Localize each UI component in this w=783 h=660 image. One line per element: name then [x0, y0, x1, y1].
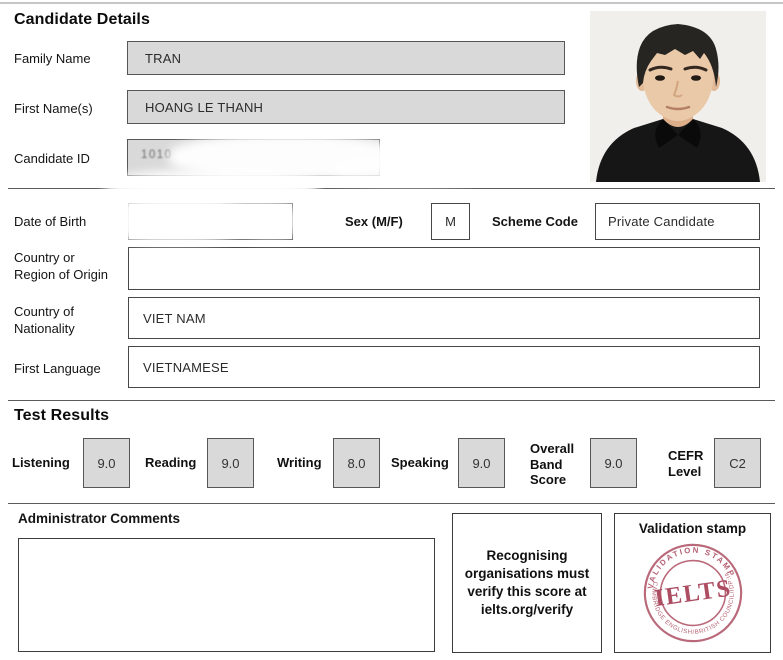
top-divider	[0, 2, 783, 4]
ielts-validation-stamp-icon: VALIDATION STAMP CAMBRIDGE ENGLISH/BRITI…	[637, 538, 749, 648]
section-divider-2	[8, 400, 775, 401]
redaction-smudge-tail	[330, 158, 480, 184]
speaking-label: Speaking	[391, 455, 449, 471]
verify-notice-box: Recognising organisations must verify th…	[452, 513, 602, 653]
origin-label: Country or Region of Origin	[14, 250, 116, 283]
cefr-level-label: CEFR Level	[668, 448, 710, 479]
scheme-code-label: Scheme Code	[492, 214, 578, 231]
validation-stamp-title: Validation stamp	[615, 521, 770, 536]
first-names-value: HOANG LE THANH	[128, 100, 263, 115]
first-names-label: First Name(s)	[14, 101, 93, 118]
reading-score: 9.0	[207, 438, 254, 488]
ielts-results-page: Candidate Details Family Name TRAN First…	[0, 0, 783, 660]
scheme-code-field[interactable]: Private Candidate	[595, 203, 760, 240]
overall-band-score: 9.0	[590, 438, 637, 488]
candidate-id-label: Candidate ID	[14, 151, 90, 168]
verify-notice-text: Recognising organisations must verify th…	[464, 547, 590, 618]
writing-label: Writing	[277, 455, 322, 471]
stamp-center-text: IELTS	[652, 575, 732, 613]
date-of-birth-label: Date of Birth	[14, 214, 86, 231]
candidate-photo	[590, 11, 766, 182]
sex-label: Sex (M/F)	[345, 214, 403, 231]
redaction-smudge-dob	[95, 196, 255, 244]
speaking-score: 9.0	[458, 438, 505, 488]
listening-label: Listening	[12, 455, 70, 471]
first-language-field[interactable]: VIETNAMESE	[128, 346, 760, 388]
candidate-details-title: Candidate Details	[14, 11, 150, 29]
nationality-value: VIET NAM	[129, 311, 206, 326]
sex-field[interactable]: M	[431, 203, 470, 240]
first-language-value: VIETNAMESE	[129, 360, 229, 375]
family-name-label: Family Name	[14, 51, 91, 68]
validation-stamp-box: Validation stamp VALIDATION STAMP CAMBRI…	[614, 513, 771, 653]
family-name-value: TRAN	[128, 51, 181, 66]
redaction-smudge-dob-right	[235, 202, 305, 240]
section-divider-3	[8, 503, 775, 504]
origin-field[interactable]	[128, 247, 760, 290]
nationality-label: Country of Nationality	[14, 304, 116, 337]
scheme-code-value: Private Candidate	[596, 214, 715, 229]
reading-label: Reading	[145, 455, 196, 471]
nationality-field[interactable]: VIET NAM	[128, 297, 760, 339]
first-names-field[interactable]: HOANG LE THANH	[127, 90, 565, 124]
listening-score: 9.0	[83, 438, 130, 488]
test-results-title: Test Results	[14, 407, 109, 425]
first-language-label: First Language	[14, 361, 101, 378]
admin-comments-field[interactable]	[18, 538, 435, 652]
sex-value: M	[445, 214, 456, 229]
overall-band-label: Overall Band Score	[530, 441, 586, 488]
admin-comments-label: Administrator Comments	[18, 510, 180, 527]
writing-score: 8.0	[333, 438, 380, 488]
cefr-level-value: C2	[714, 438, 761, 488]
family-name-field[interactable]: TRAN	[127, 41, 565, 75]
